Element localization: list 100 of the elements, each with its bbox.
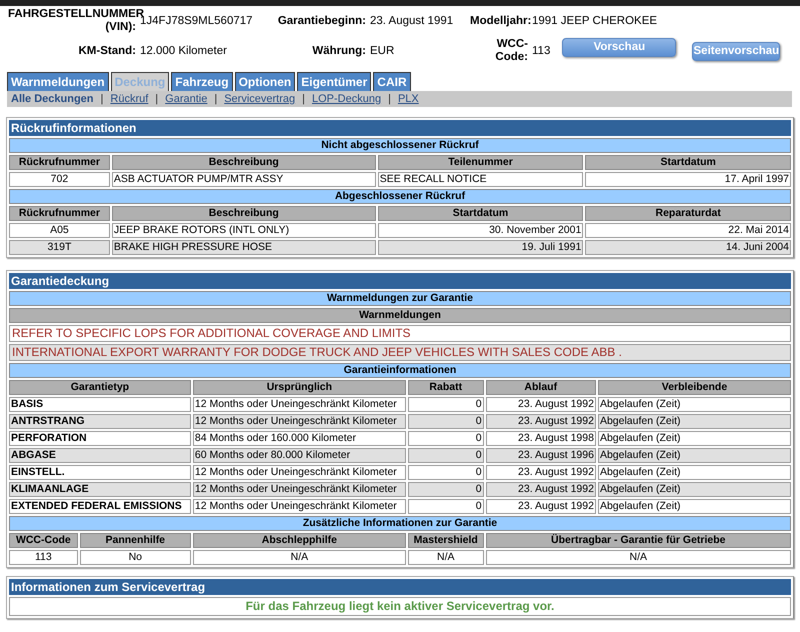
subsection-title: Zusätzliche Informationen zur Garantie — [9, 516, 791, 531]
tab[interactable]: CAIR — [373, 72, 411, 91]
table-cell: 0 — [408, 482, 484, 497]
subnav-link[interactable]: PLX — [398, 93, 419, 105]
tab[interactable]: Warnmeldungen — [7, 72, 109, 91]
column-header: Teilenummer — [378, 155, 584, 170]
subnav-link[interactable]: Servicevertrag — [224, 93, 296, 105]
table-cell: Abgelaufen (Zeit) — [598, 482, 791, 497]
table-cell: JEEP BRAKE ROTORS (INTL ONLY) — [112, 223, 376, 238]
table-cell: 702 — [9, 172, 110, 187]
table-cell: 12 Months oder Uneingeschränkt Kilometer — [192, 414, 406, 429]
table-cell: 23. August 1992 — [486, 465, 596, 480]
table-cell: N/A — [486, 550, 791, 565]
table-cell: Abgelaufen (Zeit) — [598, 414, 791, 429]
table-cell: SEE RECALL NOTICE — [378, 172, 584, 187]
section-title: Rückrufinformationen — [9, 120, 791, 136]
table-cell: 23. August 1992 — [486, 499, 596, 514]
column-header: Startdatum — [585, 155, 791, 170]
field-label: WCC-Code: — [494, 38, 529, 64]
column-header: Ursprünglich — [192, 380, 406, 395]
subnav-link[interactable]: LOP-Deckung — [312, 93, 382, 105]
field-value: 1991 JEEP CHEROKEE — [532, 15, 658, 27]
column-header: Rückrufnummer — [9, 206, 110, 221]
table-cell: 319T — [9, 240, 110, 255]
table-cell: 12 Months oder Uneingeschränkt Kilometer — [192, 465, 406, 480]
field-label: Garantiebeginn: — [276, 14, 367, 28]
column-header: Rabatt — [408, 380, 484, 395]
subsection-title: Warnmeldungen — [9, 308, 791, 323]
field-value: 23. August 1991 — [370, 15, 454, 27]
subnav-link[interactable]: Alle Deckungen — [11, 93, 94, 105]
table-cell: BRAKE HIGH PRESSURE HOSE — [112, 240, 376, 255]
table-cell: 84 Months oder 160.000 Kilometer — [192, 431, 406, 446]
column-header: Startdatum — [378, 206, 584, 221]
table-cell: 23. August 1992 — [486, 414, 596, 429]
column-header: Beschreibung — [112, 155, 376, 170]
column-header: Verbleibende — [598, 380, 791, 395]
table-cell: 19. Juli 1991 — [378, 240, 584, 255]
column-header: Mastershield — [408, 533, 484, 548]
table-cell: 0 — [408, 431, 484, 446]
table-cell: 0 — [408, 465, 484, 480]
warning-message: REFER TO SPECIFIC LOPS FOR ADDITIONAL COVERAGE AND LIMITS — [9, 325, 791, 342]
table-cell: Abgelaufen (Zeit) — [598, 397, 791, 412]
table-cell: EINSTELL. — [9, 465, 191, 480]
section-title: Garantiedeckung — [9, 273, 791, 289]
table-cell: Abgelaufen (Zeit) — [598, 465, 791, 480]
table-cell: ABGASE — [9, 448, 191, 463]
field-value: 113 — [532, 45, 550, 57]
subsection-title: Warnmeldungen zur Garantie — [9, 291, 791, 306]
separator: | — [155, 93, 158, 105]
table-cell: 12 Months oder Uneingeschränkt Kilometer — [192, 397, 406, 412]
section-title: Informationen zum Servicevertrag — [9, 579, 791, 595]
tab[interactable]: Fahrzeug — [171, 72, 233, 91]
table-cell: 17. April 1997 — [585, 172, 791, 187]
table-cell: 0 — [408, 397, 484, 412]
table-cell: BASIS — [9, 397, 191, 412]
column-header: Pannenhilfe — [80, 533, 191, 548]
subnav-link[interactable]: Garantie — [165, 93, 208, 105]
column-header: Abschlepphilfe — [192, 533, 406, 548]
column-header: WCC-Code — [9, 533, 78, 548]
table-cell: 12 Months oder Uneingeschränkt Kilometer — [192, 482, 406, 497]
separator: | — [302, 93, 305, 105]
table-cell: 23. August 1992 — [486, 397, 596, 412]
table-cell: 23. August 1998 — [486, 431, 596, 446]
table-cell: 0 — [408, 499, 484, 514]
warning-message: INTERNATIONAL EXPORT WARRANTY FOR DODGE TRUCK AND JEEP VEHICLES WITH SALES CODE ABB . — [9, 344, 791, 361]
column-header: Ablauf — [486, 380, 596, 395]
table-cell: 22. Mai 2014 — [585, 223, 791, 238]
table-cell: ASB ACTUATOR PUMP/MTR ASSY — [112, 172, 376, 187]
column-header: Übertragbar - Garantie für Getriebe — [486, 533, 791, 548]
page-preview-button[interactable]: Seitenvorschau — [692, 42, 780, 60]
tab[interactable]: Eigentümer — [297, 72, 372, 91]
preview-button[interactable]: Vorschau — [562, 38, 676, 56]
table-cell: N/A — [192, 550, 406, 565]
table-cell: 60 Months oder 80.000 Kilometer — [192, 448, 406, 463]
column-header: Beschreibung — [112, 206, 376, 221]
tab[interactable]: Optionen — [234, 72, 296, 91]
subnav-link[interactable]: Rückruf — [110, 93, 148, 105]
separator: | — [100, 93, 104, 105]
table-cell: 30. November 2001 — [378, 223, 584, 238]
field-value: EUR — [370, 45, 396, 57]
table-cell: 23. August 1996 — [486, 448, 596, 463]
field-value: 1J4FJ78S9ML560717 — [140, 15, 254, 27]
table-cell: Abgelaufen (Zeit) — [598, 499, 791, 514]
table-cell: No — [80, 550, 191, 565]
table-cell: 12 Months oder Uneingeschränkt Kilometer — [192, 499, 406, 514]
field-label: Modelljahr: — [470, 14, 532, 28]
table-cell: EXTENDED FEDERAL EMISSIONS — [9, 499, 191, 514]
separator: | — [388, 93, 391, 105]
column-header: Rückrufnummer — [9, 155, 110, 170]
table-cell: 0 — [408, 414, 484, 429]
separator: | — [214, 93, 218, 105]
subsection-title: Nicht abgeschlossener Rückruf — [9, 138, 791, 153]
column-header: Reparaturdat — [585, 206, 791, 221]
table-cell: N/A — [408, 550, 484, 565]
table-cell: ANTRSTRANG — [9, 414, 191, 429]
field-value: 12.000 Kilometer — [140, 45, 228, 57]
table-cell: 113 — [9, 550, 78, 565]
subsection-title: Garantieinformationen — [9, 363, 791, 378]
table-cell: 23. August 1992 — [486, 482, 596, 497]
table-cell: A05 — [9, 223, 110, 238]
